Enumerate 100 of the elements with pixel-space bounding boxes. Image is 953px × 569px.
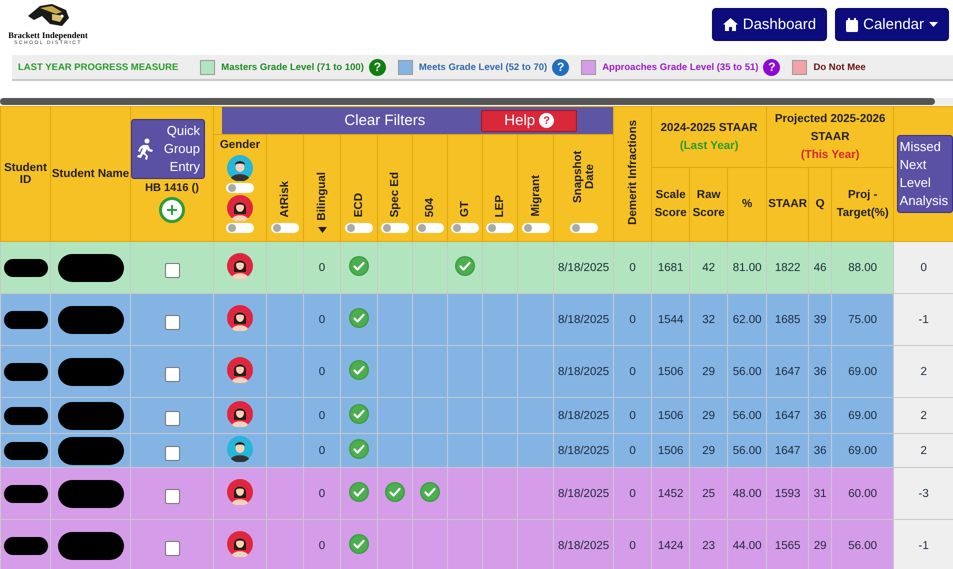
table-cell: 0 <box>629 540 636 552</box>
toggle-switch[interactable] <box>345 223 373 233</box>
row-checkbox[interactable] <box>164 489 180 504</box>
table-cell: 8/18/2025 <box>558 444 610 456</box>
legend-label: Masters Grade Level (71 to 100) <box>221 62 364 72</box>
table-cell: 1506 <box>658 366 684 378</box>
table-cell: 2 <box>920 366 927 378</box>
toggle-switch[interactable] <box>416 223 444 233</box>
toggle-switch[interactable] <box>570 223 598 233</box>
missed-next-level-analysis-button[interactable]: Missed Next Level Analysis <box>896 135 953 213</box>
clear-filters-button[interactable]: Clear Filters <box>338 111 432 130</box>
redaction-mark <box>58 532 124 560</box>
help-icon[interactable]: ? <box>763 58 780 76</box>
row-checkbox[interactable] <box>164 263 180 278</box>
table-cell: 23 <box>702 540 716 552</box>
table-cell: 0 <box>629 366 636 378</box>
row-checkbox[interactable] <box>164 541 180 556</box>
table-cell: -1 <box>918 540 929 552</box>
group-header: Projected 2025-2026 STAAR <box>774 112 886 145</box>
table-cell: -1 <box>918 314 929 326</box>
table-cell: 69.00 <box>848 444 878 456</box>
table-cell: 8/18/2025 <box>558 262 610 274</box>
table-cell: 69.00 <box>848 410 878 422</box>
table-cell: 69.00 <box>848 366 878 378</box>
table-cell: 48.00 <box>732 488 762 500</box>
group-note: (This Year) <box>800 148 860 163</box>
table-cell: 0 <box>629 262 636 274</box>
table-cell: 1565 <box>774 540 800 552</box>
column-header: STAAR <box>768 198 808 210</box>
help-button[interactable]: Help ? <box>481 110 578 132</box>
redaction-mark <box>58 436 124 464</box>
table-cell: 46 <box>814 262 827 274</box>
toggle-switch[interactable] <box>522 223 550 233</box>
help-icon[interactable]: ? <box>552 58 570 76</box>
column-header: Proj - Target(%) <box>836 189 889 220</box>
redaction-mark <box>58 254 124 282</box>
table-cell: 32 <box>702 314 716 326</box>
row-checkbox[interactable] <box>164 446 180 461</box>
sort-caret-icon[interactable] <box>318 227 326 233</box>
quick-group-entry-button[interactable]: Quick Group Entry <box>131 119 205 179</box>
add-button[interactable] <box>159 197 185 223</box>
table-cell: 56.00 <box>732 366 762 378</box>
scrollbar-thumb[interactable] <box>0 98 935 105</box>
table-cell: 8/18/2025 <box>558 314 610 326</box>
legend-label: Approaches Grade Level (35 to 51) <box>602 62 758 72</box>
table-cell: 8/18/2025 <box>558 540 610 552</box>
table-cell: 2 <box>920 410 927 422</box>
table-cell: 0 <box>629 488 636 500</box>
table-cell: 44.00 <box>732 540 762 552</box>
row-checkbox[interactable] <box>164 411 180 426</box>
table-cell: 8/18/2025 <box>558 366 610 378</box>
table-cell: 29 <box>702 410 716 422</box>
table-cell: 56.00 <box>848 540 878 552</box>
toggle-switch[interactable] <box>381 223 409 233</box>
table-cell: -3 <box>918 488 929 500</box>
district-name: Brackett Independent <box>8 30 88 40</box>
row-checkbox[interactable] <box>164 367 180 382</box>
group-note: (Last Year) <box>678 138 740 154</box>
legend-label: Do Not Mee <box>813 62 866 72</box>
table-cell: 0 <box>629 410 636 422</box>
toggle-switch[interactable] <box>271 223 299 233</box>
table-cell: 29 <box>702 444 716 456</box>
table-cell: 31 <box>814 488 827 500</box>
table-cell: 0 <box>318 262 326 274</box>
column-header: 504 <box>424 198 436 217</box>
column-header: Raw Score <box>692 189 725 220</box>
calendar-icon <box>846 18 858 32</box>
group-header: 2024-2025 STAAR <box>660 120 759 136</box>
table-cell: 0 <box>318 366 326 378</box>
toggle-switch[interactable] <box>226 223 254 233</box>
table-cell: 1506 <box>658 410 684 422</box>
home-icon <box>722 18 738 31</box>
table-cell: 2 <box>920 444 927 456</box>
table-cell: 0 <box>318 444 326 456</box>
column-header: Scale Score <box>654 189 687 220</box>
calendar-button[interactable]: Calendar <box>835 8 949 41</box>
table-cell: 1424 <box>658 540 684 552</box>
table-cell: 36 <box>814 366 827 378</box>
table-cell: 56.00 <box>732 444 762 456</box>
column-header: AtRisk <box>279 180 291 217</box>
row-checkbox[interactable] <box>164 315 180 330</box>
table-cell: 1593 <box>774 488 800 500</box>
table-cell: 29 <box>702 366 716 378</box>
table-cell: 0 <box>318 410 326 422</box>
table-cell: 1822 <box>774 262 800 274</box>
help-icon[interactable]: ? <box>368 58 386 76</box>
toggle-switch[interactable] <box>226 183 254 193</box>
toggle-switch[interactable] <box>451 223 479 233</box>
dashboard-button[interactable]: Dashboard <box>712 8 828 41</box>
column-header: Student Name <box>52 168 130 180</box>
column-header: Q <box>816 198 825 210</box>
table-cell: 25 <box>702 488 716 500</box>
toggle-switch[interactable] <box>486 223 514 233</box>
table-cell: 36 <box>814 410 827 422</box>
table-cell: 39 <box>814 314 827 326</box>
redaction-mark <box>58 402 124 430</box>
column-header: Migrant <box>530 175 542 217</box>
plus-icon <box>167 205 177 215</box>
running-person-icon <box>136 138 154 160</box>
table-cell: 42 <box>702 262 716 274</box>
